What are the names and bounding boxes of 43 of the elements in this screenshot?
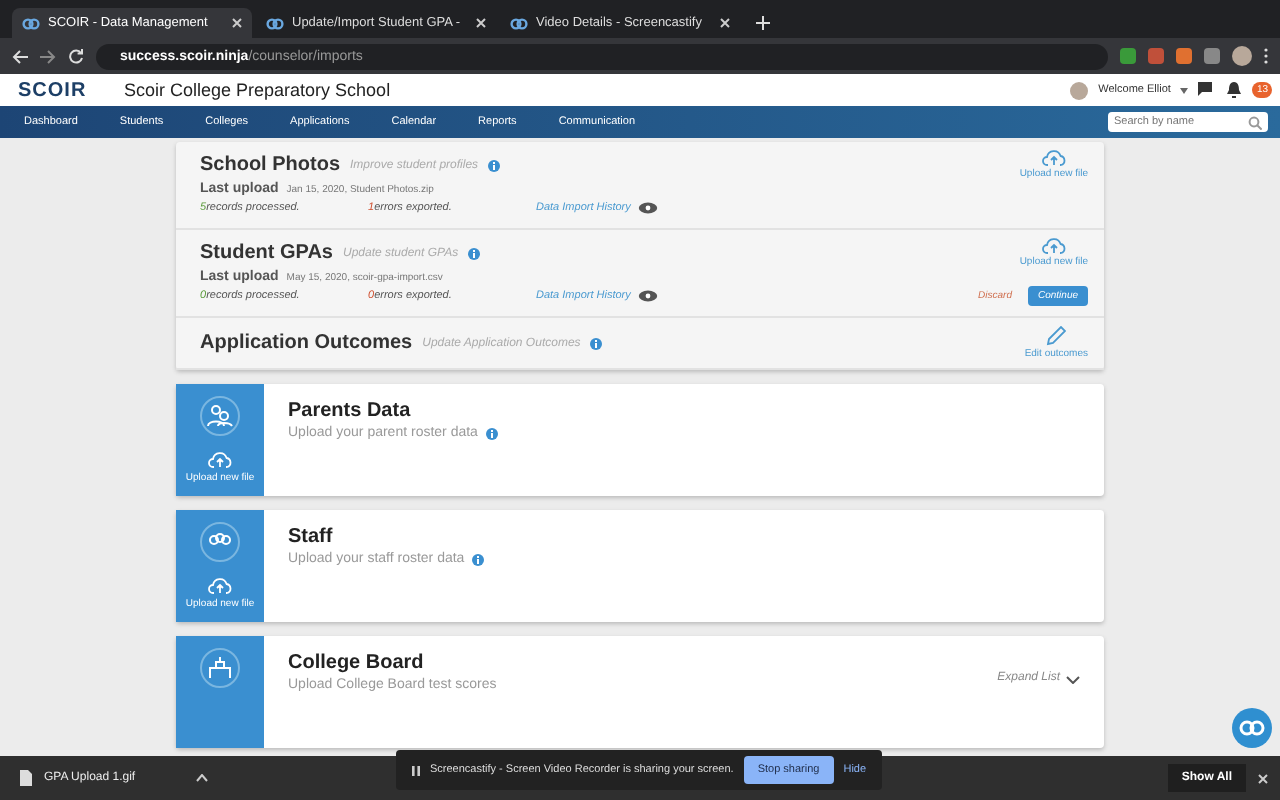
- bell-icon[interactable]: [1226, 82, 1243, 98]
- search-icon: [1248, 115, 1262, 129]
- info-icon[interactable]: [468, 247, 481, 259]
- close-icon[interactable]: [232, 18, 242, 28]
- link-icon: [266, 17, 284, 29]
- pencil-icon[interactable]: [1046, 326, 1067, 346]
- logo[interactable]: SCOIR: [18, 79, 94, 101]
- card-title: College Board: [288, 652, 426, 674]
- cloud-upload-icon[interactable]: [1041, 238, 1066, 254]
- back-icon[interactable]: [12, 49, 28, 63]
- close-icon[interactable]: [1258, 773, 1268, 783]
- info-icon[interactable]: [472, 553, 485, 565]
- pause-icon: [412, 765, 420, 775]
- chevron-down-icon[interactable]: [1066, 676, 1080, 684]
- close-icon[interactable]: [720, 18, 730, 28]
- forward-icon[interactable]: [40, 49, 56, 63]
- eye-icon[interactable]: [638, 202, 659, 214]
- section-title: Student GPAs: [200, 242, 333, 264]
- link-icon[interactable]: [1232, 708, 1272, 748]
- building-icon: [200, 648, 240, 688]
- school-name: Scoir College Preparatory School: [124, 80, 391, 100]
- avatar-icon[interactable]: [1232, 46, 1252, 66]
- cloud-upload-icon[interactable]: [1041, 150, 1066, 166]
- caret-icon[interactable]: [1180, 87, 1189, 93]
- info-icon[interactable]: [485, 427, 498, 439]
- chat-icon[interactable]: [1198, 82, 1217, 98]
- card-title: Staff: [288, 526, 335, 548]
- link-icon: [22, 17, 40, 29]
- caret-icon[interactable]: [196, 774, 208, 782]
- info-icon[interactable]: [590, 337, 603, 349]
- new-tab-icon[interactable]: [756, 16, 770, 30]
- file-icon: [20, 770, 32, 786]
- group-icon: [200, 522, 240, 562]
- reload-icon[interactable]: [68, 48, 84, 64]
- info-icon[interactable]: [488, 159, 501, 171]
- people-icon: [200, 396, 240, 436]
- link-icon: [510, 17, 528, 29]
- card-title: Parents Data: [288, 400, 413, 422]
- section-title: Application Outcomes: [200, 332, 413, 354]
- eye-icon[interactable]: [638, 290, 659, 302]
- avatar-icon: [1070, 81, 1089, 99]
- section-title: School Photos: [200, 154, 340, 176]
- close-icon[interactable]: [476, 18, 486, 28]
